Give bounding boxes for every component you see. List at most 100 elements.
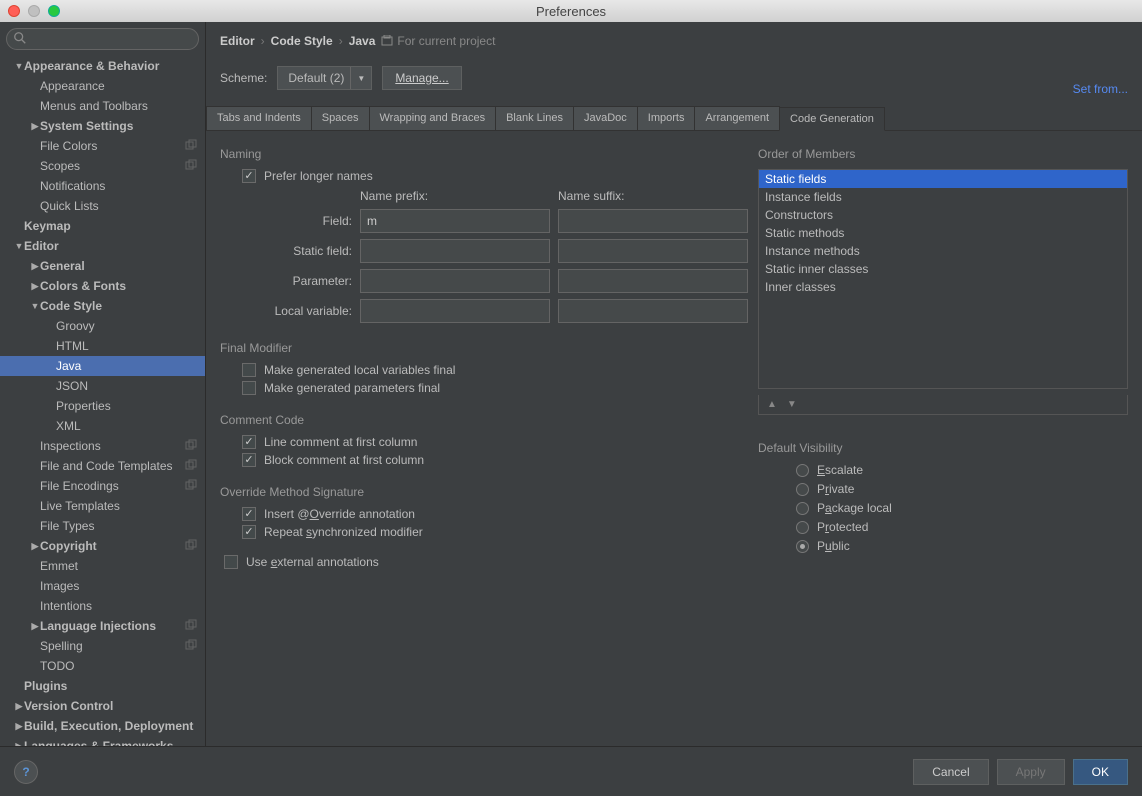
tree-item-file-colors[interactable]: File Colors bbox=[0, 136, 205, 156]
name-prefix-input-0[interactable] bbox=[360, 209, 550, 233]
tree-item-html[interactable]: HTML bbox=[0, 336, 205, 356]
naming-section-title: Naming bbox=[220, 147, 748, 161]
naming-row-label: Static field: bbox=[242, 244, 352, 258]
visibility-radio-0[interactable] bbox=[796, 464, 809, 477]
window-title: Preferences bbox=[0, 4, 1142, 19]
tree-item-file-encodings[interactable]: File Encodings bbox=[0, 476, 205, 496]
tree-item-colors-fonts[interactable]: ▶Colors & Fonts bbox=[0, 276, 205, 296]
tree-item-groovy[interactable]: Groovy bbox=[0, 316, 205, 336]
tree-item-java[interactable]: Java bbox=[0, 356, 205, 376]
crumb-code-style[interactable]: Code Style bbox=[271, 34, 333, 48]
tree-item-appearance-behavior[interactable]: ▼Appearance & Behavior bbox=[0, 56, 205, 76]
prefer-longer-names-checkbox[interactable] bbox=[242, 169, 256, 183]
tab-arrangement[interactable]: Arrangement bbox=[694, 106, 780, 130]
tree-item-keymap[interactable]: Keymap bbox=[0, 216, 205, 236]
scheme-label: Scheme: bbox=[220, 71, 267, 85]
tree-item-plugins[interactable]: Plugins bbox=[0, 676, 205, 696]
tab-blank-lines[interactable]: Blank Lines bbox=[495, 106, 574, 130]
reorder-toolbar: ▲ ▼ bbox=[758, 395, 1128, 415]
set-from-link[interactable]: Set from... bbox=[1073, 82, 1128, 96]
sidebar: ▼Appearance & BehaviorAppearanceMenus an… bbox=[0, 22, 206, 746]
name-suffix-input-0[interactable] bbox=[558, 209, 748, 233]
tree-item-todo[interactable]: TODO bbox=[0, 656, 205, 676]
tree-item-properties[interactable]: Properties bbox=[0, 396, 205, 416]
insert-override-checkbox[interactable] bbox=[242, 507, 256, 521]
tab-code-generation[interactable]: Code Generation bbox=[779, 107, 885, 131]
tab-tabs-and-indents[interactable]: Tabs and Indents bbox=[206, 106, 312, 130]
tab-spaces[interactable]: Spaces bbox=[311, 106, 370, 130]
tree-item-inspections[interactable]: Inspections bbox=[0, 436, 205, 456]
manage-button[interactable]: Manage... bbox=[382, 66, 461, 90]
external-annotations-checkbox[interactable] bbox=[224, 555, 238, 569]
tab-wrapping-and-braces[interactable]: Wrapping and Braces bbox=[369, 106, 497, 130]
member-item-constructors[interactable]: Constructors bbox=[759, 206, 1127, 224]
repeat-sync-checkbox[interactable] bbox=[242, 525, 256, 539]
move-up-button[interactable]: ▲ bbox=[767, 399, 777, 410]
move-down-button[interactable]: ▼ bbox=[787, 399, 797, 410]
member-item-static-inner-classes[interactable]: Static inner classes bbox=[759, 260, 1127, 278]
member-item-instance-methods[interactable]: Instance methods bbox=[759, 242, 1127, 260]
main-panel: Editor › Code Style › Java For current p… bbox=[206, 22, 1142, 746]
repeat-sync-label: Repeat synchronized modifier bbox=[264, 525, 423, 539]
name-prefix-input-2[interactable] bbox=[360, 269, 550, 293]
line-comment-checkbox[interactable] bbox=[242, 435, 256, 449]
block-comment-label: Block comment at first column bbox=[264, 453, 424, 467]
tab-imports[interactable]: Imports bbox=[637, 106, 696, 130]
tree-item-languages-frameworks[interactable]: ▶Languages & Frameworks bbox=[0, 736, 205, 746]
tree-item-language-injections[interactable]: ▶Language Injections bbox=[0, 616, 205, 636]
crumb-editor[interactable]: Editor bbox=[220, 34, 255, 48]
visibility-radio-4[interactable] bbox=[796, 540, 809, 553]
name-prefix-input-3[interactable] bbox=[360, 299, 550, 323]
tree-item-menus-and-toolbars[interactable]: Menus and Toolbars bbox=[0, 96, 205, 116]
visibility-radio-3[interactable] bbox=[796, 521, 809, 534]
tree-item-notifications[interactable]: Notifications bbox=[0, 176, 205, 196]
member-item-inner-classes[interactable]: Inner classes bbox=[759, 278, 1127, 296]
name-suffix-input-2[interactable] bbox=[558, 269, 748, 293]
insert-override-label: Insert @Override annotation bbox=[264, 507, 415, 521]
name-suffix-input-1[interactable] bbox=[558, 239, 748, 263]
order-members-list[interactable]: Static fieldsInstance fieldsConstructors… bbox=[758, 169, 1128, 389]
tree-item-quick-lists[interactable]: Quick Lists bbox=[0, 196, 205, 216]
tree-item-editor[interactable]: ▼Editor bbox=[0, 236, 205, 256]
apply-button[interactable]: Apply bbox=[997, 759, 1065, 785]
breadcrumb: Editor › Code Style › Java For current p… bbox=[206, 22, 1142, 52]
final-section-title: Final Modifier bbox=[220, 341, 748, 355]
tree-item-spelling[interactable]: Spelling bbox=[0, 636, 205, 656]
name-prefix-input-1[interactable] bbox=[360, 239, 550, 263]
tree-item-build-execution-deployment[interactable]: ▶Build, Execution, Deployment bbox=[0, 716, 205, 736]
help-button[interactable]: ? bbox=[14, 760, 38, 784]
member-item-instance-fields[interactable]: Instance fields bbox=[759, 188, 1127, 206]
tree-item-file-and-code-templates[interactable]: File and Code Templates bbox=[0, 456, 205, 476]
name-suffix-input-3[interactable] bbox=[558, 299, 748, 323]
prefer-longer-names-label: Prefer longer names bbox=[264, 169, 373, 183]
local-vars-final-checkbox[interactable] bbox=[242, 363, 256, 377]
tree-item-emmet[interactable]: Emmet bbox=[0, 556, 205, 576]
params-final-checkbox[interactable] bbox=[242, 381, 256, 395]
tree-item-system-settings[interactable]: ▶System Settings bbox=[0, 116, 205, 136]
cancel-button[interactable]: Cancel bbox=[913, 759, 988, 785]
visibility-radio-2[interactable] bbox=[796, 502, 809, 515]
tree-item-code-style[interactable]: ▼Code Style bbox=[0, 296, 205, 316]
settings-tree[interactable]: ▼Appearance & BehaviorAppearanceMenus an… bbox=[0, 56, 205, 746]
tree-item-general[interactable]: ▶General bbox=[0, 256, 205, 276]
tab-javadoc[interactable]: JavaDoc bbox=[573, 106, 638, 130]
tree-item-images[interactable]: Images bbox=[0, 576, 205, 596]
crumb-java[interactable]: Java bbox=[349, 34, 376, 48]
member-item-static-methods[interactable]: Static methods bbox=[759, 224, 1127, 242]
tree-item-xml[interactable]: XML bbox=[0, 416, 205, 436]
member-item-static-fields[interactable]: Static fields bbox=[759, 170, 1127, 188]
tree-item-intentions[interactable]: Intentions bbox=[0, 596, 205, 616]
scheme-dropdown[interactable]: Default (2) ▼ bbox=[277, 66, 372, 90]
visibility-radio-1[interactable] bbox=[796, 483, 809, 496]
tree-item-version-control[interactable]: ▶Version Control bbox=[0, 696, 205, 716]
block-comment-checkbox[interactable] bbox=[242, 453, 256, 467]
tree-item-json[interactable]: JSON bbox=[0, 376, 205, 396]
tree-item-file-types[interactable]: File Types bbox=[0, 516, 205, 536]
ok-button[interactable]: OK bbox=[1073, 759, 1128, 785]
tree-item-copyright[interactable]: ▶Copyright bbox=[0, 536, 205, 556]
tree-item-live-templates[interactable]: Live Templates bbox=[0, 496, 205, 516]
tree-item-scopes[interactable]: Scopes bbox=[0, 156, 205, 176]
tree-item-appearance[interactable]: Appearance bbox=[0, 76, 205, 96]
params-final-label: Make generated parameters final bbox=[264, 381, 440, 395]
search-input[interactable] bbox=[6, 28, 199, 50]
